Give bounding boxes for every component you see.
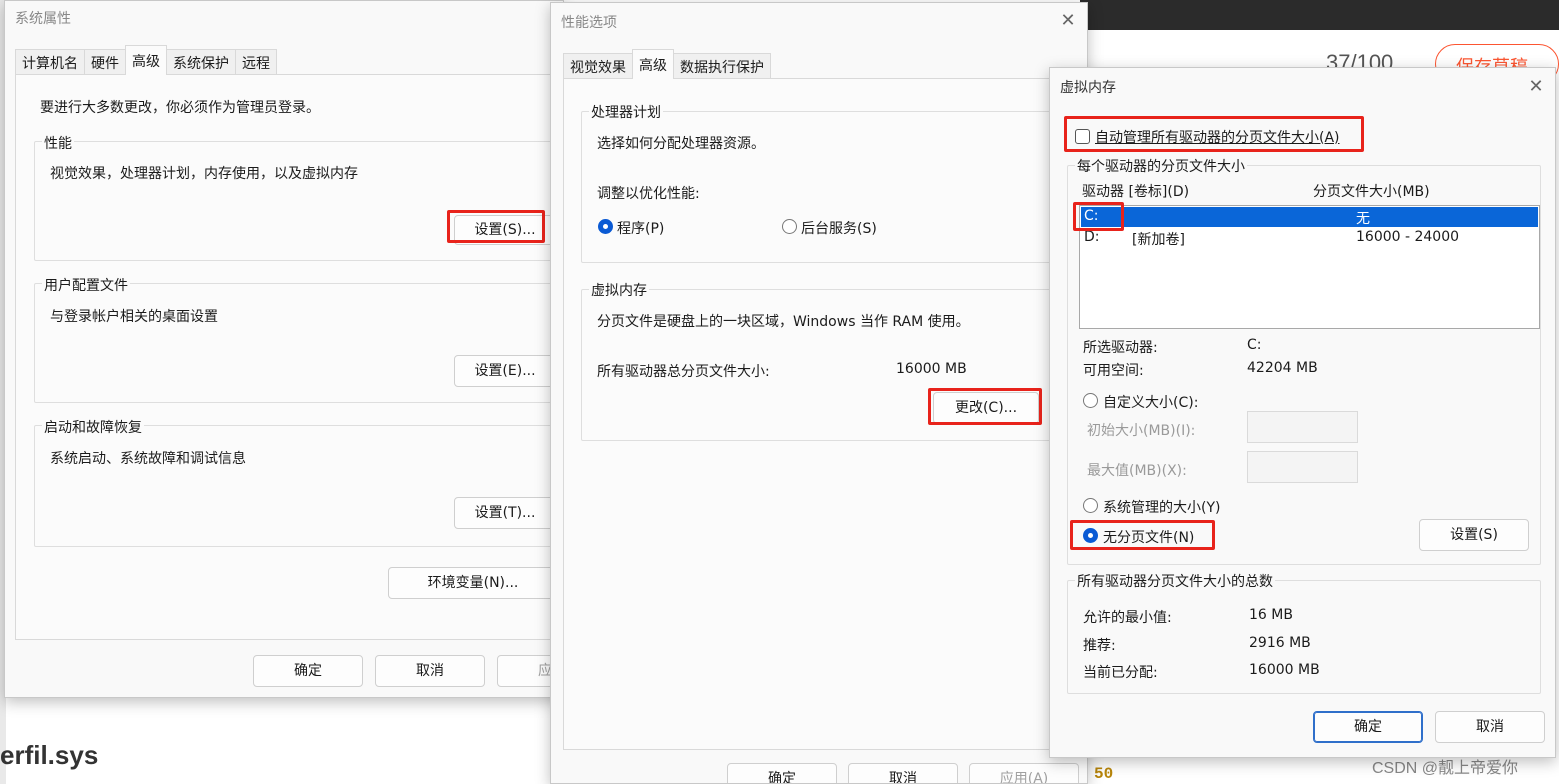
ok-button[interactable]: 确定 (1313, 711, 1423, 743)
virtual-memory-desc: 分页文件是硬盘上的一块区域，Windows 当作 RAM 使用。 (597, 314, 970, 330)
selected-drive-label: 所选驱动器: (1083, 340, 1158, 356)
min-allowed-value: 16 MB (1249, 607, 1293, 623)
radio-system-managed-label[interactable]: 系统管理的大小(Y) (1103, 497, 1220, 517)
article-text-fragment: erfil.sys (0, 740, 99, 770)
tab-advanced[interactable]: 高级 (632, 49, 674, 79)
initial-size-input[interactable] (1247, 411, 1358, 443)
cancel-button[interactable]: 取消 (1435, 711, 1545, 743)
min-allowed-label: 允许的最小值: (1083, 610, 1172, 626)
recommended-value: 2916 MB (1249, 635, 1311, 651)
system-properties-dialog: 系统属性 计算机名 硬件 高级 系统保护 远程 要进行大多数更改，你必须作为管理… (4, 0, 564, 698)
tab-advanced[interactable]: 高级 (125, 45, 167, 75)
set-button[interactable]: 设置(S) (1419, 519, 1529, 551)
drive-row-d[interactable]: D: [新加卷] 16000 - 24000 (1081, 228, 1538, 248)
radio-programs-label[interactable]: 程序(P) (617, 218, 664, 238)
tab-strip: 计算机名 硬件 高级 系统保护 远程 (15, 45, 277, 75)
adjust-label: 调整以优化性能: (597, 186, 700, 202)
drive-letter: C: (1084, 208, 1099, 224)
free-space-label: 可用空间: (1083, 363, 1144, 379)
drive-listbox[interactable]: C: 无 D: [新加卷] 16000 - 24000 (1079, 205, 1540, 329)
editor-top-bar (1080, 0, 1559, 30)
per-drive-group-title: 每个驱动器的分页文件大小 (1075, 156, 1247, 176)
recommended-label: 推荐: (1083, 638, 1116, 654)
editor-line-number: 50 (1094, 765, 1114, 783)
currently-allocated-value: 16000 MB (1249, 662, 1320, 678)
totals-group-title: 所有驱动器分页文件大小的总数 (1075, 571, 1275, 591)
startup-recovery-settings-button[interactable]: 设置(T)... (454, 497, 556, 529)
tab-hardware[interactable]: 硬件 (84, 49, 126, 75)
currently-allocated-label: 当前已分配: (1083, 665, 1158, 681)
radio-background-services-label[interactable]: 后台服务(S) (801, 218, 877, 238)
advanced-tab-panel: 处理器计划 选择如何分配处理器资源。 调整以优化性能: 程序(P) 后台服务(S… (563, 78, 1077, 750)
performance-options-dialog: 性能选项 ✕ 视觉效果 高级 数据执行保护 处理器计划 选择如何分配处理器资源。… (550, 2, 1088, 784)
column-size-header: 分页文件大小(MB) (1313, 184, 1430, 200)
ok-button[interactable]: 确定 (253, 655, 363, 687)
tab-strip: 视觉效果 高级 数据执行保护 (563, 49, 771, 79)
processor-group-title: 处理器计划 (589, 102, 663, 122)
total-paging-value: 16000 MB (896, 361, 967, 377)
drive-volume-label: [新加卷] (1132, 232, 1185, 248)
free-space-value: 42204 MB (1247, 360, 1318, 376)
dialog-title: 系统属性 (15, 11, 71, 27)
max-size-label: 最大值(MB)(X): (1087, 463, 1187, 479)
radio-programs[interactable] (598, 219, 613, 234)
user-profiles-settings-button[interactable]: 设置(E)... (454, 355, 556, 387)
dialog-title: 虚拟内存 (1060, 80, 1116, 96)
processor-desc: 选择如何分配处理器资源。 (597, 136, 765, 152)
change-button[interactable]: 更改(C)... (933, 392, 1039, 424)
radio-system-managed[interactable] (1083, 498, 1098, 513)
user-profiles-desc: 与登录帐户相关的桌面设置 (50, 309, 218, 325)
tab-visual-effects[interactable]: 视觉效果 (563, 53, 633, 79)
performance-settings-button[interactable]: 设置(S)... (454, 215, 556, 245)
startup-recovery-desc: 系统启动、系统故障和调试信息 (50, 451, 246, 467)
max-size-input[interactable] (1247, 451, 1358, 483)
radio-no-paging-file-label[interactable]: 无分页文件(N) (1103, 527, 1194, 547)
virtual-memory-group-title: 虚拟内存 (589, 280, 649, 300)
tab-remote[interactable]: 远程 (235, 49, 277, 75)
radio-custom-size[interactable] (1083, 393, 1098, 408)
performance-group-title: 性能 (42, 133, 74, 153)
startup-recovery-group-title: 启动和故障恢复 (42, 417, 144, 437)
auto-manage-label[interactable]: 自动管理所有驱动器的分页文件大小(A) (1095, 127, 1340, 147)
radio-no-paging-file[interactable] (1083, 528, 1098, 543)
virtual-memory-dialog: 虚拟内存 ✕ 自动管理所有驱动器的分页文件大小(A) 每个驱动器的分页文件大小 … (1049, 67, 1556, 758)
column-drive-header: 驱动器 [卷标](D) (1082, 184, 1190, 200)
tab-computer-name[interactable]: 计算机名 (15, 49, 85, 75)
drive-letter: D: (1084, 229, 1100, 245)
tab-system-protection[interactable]: 系统保护 (166, 49, 236, 75)
radio-custom-size-label[interactable]: 自定义大小(C): (1103, 392, 1198, 412)
admin-note: 要进行大多数更改，你必须作为管理员登录。 (40, 100, 320, 116)
selected-drive-value: C: (1247, 337, 1262, 353)
auto-manage-checkbox[interactable] (1075, 129, 1090, 144)
drive-paging-size: 16000 - 24000 (1356, 229, 1460, 245)
total-paging-label: 所有驱动器总分页文件大小: (597, 364, 770, 380)
ok-button[interactable]: 确定 (727, 763, 837, 783)
drive-row-c[interactable]: C: 无 (1081, 207, 1538, 227)
user-profiles-group-title: 用户配置文件 (42, 275, 130, 295)
initial-size-label: 初始大小(MB)(I): (1087, 423, 1196, 439)
close-icon[interactable]: ✕ (1521, 74, 1551, 100)
drive-paging-size: 无 (1356, 211, 1370, 227)
dialog-title: 性能选项 (561, 15, 617, 31)
cancel-button[interactable]: 取消 (375, 655, 485, 687)
environment-variables-button[interactable]: 环境变量(N)... (388, 567, 558, 599)
tab-dep[interactable]: 数据执行保护 (673, 53, 771, 79)
radio-background-services[interactable] (782, 219, 797, 234)
apply-button[interactable]: 应用(A) (969, 763, 1079, 783)
advanced-tab-panel: 要进行大多数更改，你必须作为管理员登录。 性能 视觉效果，处理器计划，内存使用，… (15, 74, 563, 640)
performance-desc: 视觉效果，处理器计划，内存使用，以及虚拟内存 (50, 166, 358, 182)
close-icon[interactable]: ✕ (1053, 8, 1083, 34)
cancel-button[interactable]: 取消 (848, 763, 958, 783)
